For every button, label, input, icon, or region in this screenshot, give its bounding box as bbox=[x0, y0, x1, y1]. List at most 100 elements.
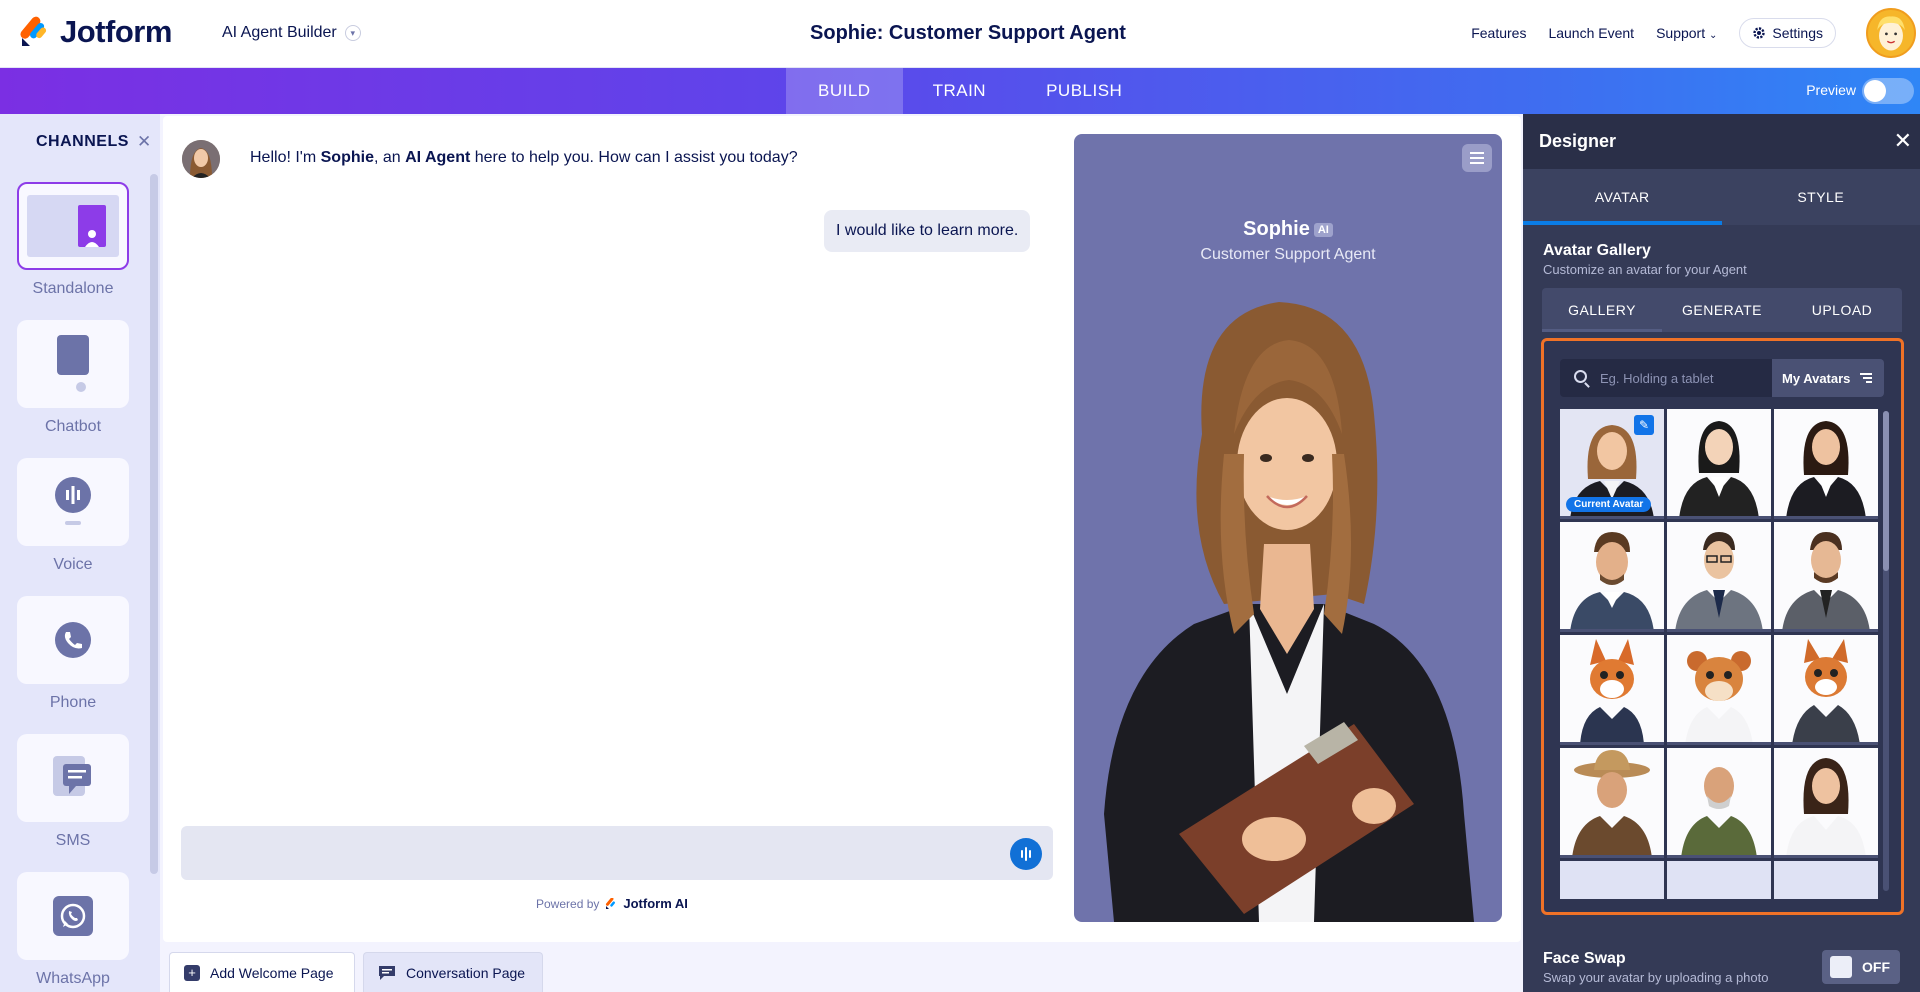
channel-card[interactable] bbox=[17, 458, 129, 546]
tab-publish[interactable]: PUBLISH bbox=[1016, 68, 1152, 114]
close-icon[interactable]: ✕ bbox=[1894, 128, 1912, 154]
powered-by-label: Powered by bbox=[536, 896, 600, 911]
conversation-page-tab[interactable]: Conversation Page bbox=[363, 952, 543, 992]
tab-train[interactable]: TRAIN bbox=[903, 68, 1017, 114]
chevron-down-icon: ⌄ bbox=[1709, 30, 1718, 41]
agent-avatar-illustration bbox=[182, 140, 220, 178]
designer-panel: Designer ✕ AVATAR STYLE Avatar Gallery C… bbox=[1523, 114, 1920, 992]
settings-button[interactable]: Settings bbox=[1739, 18, 1836, 48]
tab-build[interactable]: BUILD bbox=[786, 68, 903, 114]
channels-sidebar: CHANNELS ✕ Standalone Chatbot Voice Phon… bbox=[0, 114, 160, 992]
message-input[interactable] bbox=[181, 826, 1053, 880]
user-avatar[interactable] bbox=[1866, 8, 1916, 58]
voice-bar bbox=[1021, 850, 1023, 858]
top-header: Jotform AI Agent Builder ▾ Sophie: Custo… bbox=[0, 0, 1920, 68]
channel-card[interactable] bbox=[17, 182, 129, 270]
header-links: Features Launch Event Support ⌄ Settings bbox=[1471, 18, 1836, 48]
support-menu[interactable]: Support ⌄ bbox=[1656, 25, 1717, 41]
support-label: Support bbox=[1656, 25, 1706, 41]
voice-bar bbox=[1029, 850, 1031, 858]
avatar-thumbnail bbox=[1667, 748, 1771, 855]
channels-title: CHANNELS bbox=[36, 133, 129, 150]
channels-scrollbar[interactable] bbox=[150, 174, 158, 874]
launch-event-link[interactable]: Launch Event bbox=[1548, 25, 1634, 41]
face-swap-title: Face Swap bbox=[1543, 950, 1626, 967]
face-swap-subtitle: Swap your avatar by uploading a photo bbox=[1543, 970, 1769, 985]
add-welcome-page-tab[interactable]: + Add Welcome Page bbox=[169, 952, 355, 992]
channel-card[interactable] bbox=[17, 320, 129, 408]
designer-tabs: AVATAR STYLE bbox=[1523, 169, 1920, 225]
avatar-tile[interactable] bbox=[1560, 635, 1664, 745]
channel-standalone[interactable]: Standalone bbox=[17, 182, 129, 298]
channel-card[interactable] bbox=[17, 872, 129, 960]
my-avatars-filter-button[interactable]: My Avatars bbox=[1772, 359, 1884, 397]
designer-header: Designer ✕ bbox=[1523, 114, 1920, 169]
avatar-tile[interactable] bbox=[1667, 635, 1771, 745]
scrollbar-thumb[interactable] bbox=[1883, 411, 1889, 571]
my-avatars-label: My Avatars bbox=[1782, 370, 1851, 386]
add-welcome-page-label: Add Welcome Page bbox=[210, 964, 334, 981]
avatar-tile[interactable] bbox=[1560, 748, 1664, 858]
agent-name-highlight: Sophie bbox=[320, 149, 374, 166]
avatar-gallery-subtitle: Customize an avatar for your Agent bbox=[1543, 262, 1747, 277]
channel-label: Chatbot bbox=[44, 418, 102, 435]
user-avatar-illustration bbox=[1877, 16, 1905, 51]
avatar-tile[interactable] bbox=[1560, 861, 1664, 899]
agent-message-text: Hello! I'm bbox=[250, 149, 321, 166]
avatar-tile[interactable] bbox=[1560, 522, 1664, 632]
channel-voice[interactable]: Voice bbox=[17, 458, 129, 574]
edit-icon[interactable]: ✎ bbox=[1634, 415, 1654, 435]
channel-sms[interactable]: SMS bbox=[17, 734, 129, 850]
avatar-tile[interactable] bbox=[1774, 861, 1878, 899]
chatbot-icon bbox=[57, 335, 89, 392]
avatar-tile[interactable] bbox=[1667, 861, 1771, 899]
channels-header: CHANNELS ✕ bbox=[0, 114, 160, 170]
avatar-tile[interactable] bbox=[1774, 409, 1878, 519]
tab-style[interactable]: STYLE bbox=[1722, 169, 1920, 225]
agent-message-text: , an bbox=[373, 149, 406, 166]
close-icon[interactable]: ✕ bbox=[137, 132, 152, 152]
avatar-tile[interactable] bbox=[1774, 522, 1878, 632]
avatar-gallery-title: Avatar Gallery bbox=[1543, 242, 1651, 259]
avatar-tile[interactable] bbox=[1667, 409, 1771, 519]
channel-chatbot[interactable]: Chatbot bbox=[17, 320, 129, 436]
avatar-tile[interactable] bbox=[1667, 522, 1771, 632]
tab-avatar[interactable]: AVATAR bbox=[1523, 169, 1722, 225]
avatar-tile[interactable] bbox=[1774, 635, 1878, 745]
avatar-grid: ✎ Current Avatar bbox=[1560, 409, 1878, 899]
current-avatar-badge: Current Avatar bbox=[1566, 497, 1652, 512]
channel-card[interactable] bbox=[17, 596, 129, 684]
agent-role-highlight: AI Agent bbox=[405, 149, 471, 166]
avatar-tile[interactable] bbox=[1774, 748, 1878, 858]
preview-toggle[interactable] bbox=[1862, 78, 1914, 104]
channel-label: Voice bbox=[53, 556, 93, 573]
avatar-thumbnail bbox=[1774, 748, 1878, 855]
conversation-canvas: Hello! I'm Sophie, an AI Agent here to h… bbox=[163, 116, 1521, 942]
avatar-thumbnail bbox=[1560, 635, 1664, 742]
channel-whatsapp[interactable]: WhatsApp bbox=[17, 872, 129, 988]
avatar-gallery: Eg. Holding a tablet My Avatars ✎ Curren… bbox=[1541, 338, 1904, 915]
channel-label: WhatsApp bbox=[36, 970, 110, 987]
face-swap-toggle[interactable]: OFF bbox=[1822, 950, 1900, 984]
avatar-search-input[interactable]: Eg. Holding a tablet bbox=[1560, 359, 1772, 397]
avatar-tile-current[interactable]: ✎ Current Avatar bbox=[1560, 409, 1664, 519]
tab-gallery[interactable]: GALLERY bbox=[1542, 288, 1662, 332]
filter-icon bbox=[1860, 373, 1873, 383]
avatar-thumbnail bbox=[1667, 522, 1771, 629]
gallery-scrollbar[interactable] bbox=[1883, 411, 1889, 891]
agent-avatar-small bbox=[182, 140, 220, 178]
agent-avatar-image bbox=[1104, 302, 1474, 922]
avatar-thumbnail bbox=[1774, 409, 1878, 516]
tab-upload[interactable]: UPLOAD bbox=[1782, 288, 1902, 332]
features-link[interactable]: Features bbox=[1471, 25, 1526, 41]
toggle-knob bbox=[1830, 956, 1852, 978]
tab-generate[interactable]: GENERATE bbox=[1662, 288, 1782, 332]
channel-label: Phone bbox=[49, 694, 97, 711]
channel-phone[interactable]: Phone bbox=[17, 596, 129, 712]
voice-input-button[interactable] bbox=[1010, 838, 1042, 870]
search-placeholder: Eg. Holding a tablet bbox=[1600, 370, 1714, 386]
powered-by: Powered by Jotform AI bbox=[536, 896, 688, 911]
channel-card[interactable] bbox=[17, 734, 129, 822]
avatar-tile[interactable] bbox=[1667, 748, 1771, 858]
agent-preview-card: Sophie AI Customer Support Agent bbox=[1074, 134, 1502, 922]
